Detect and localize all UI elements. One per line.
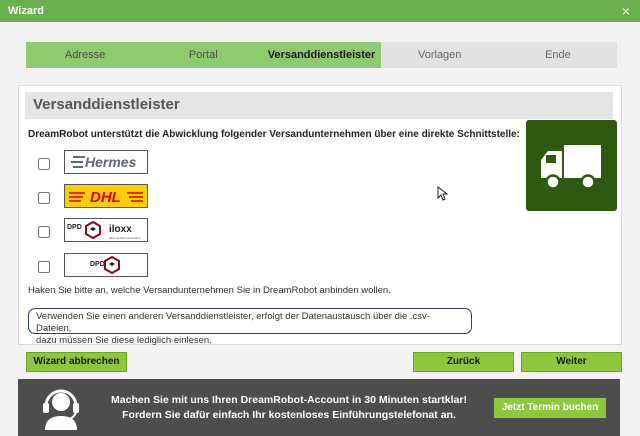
cancel-wizard-button[interactable]: Wizard abbrechen bbox=[26, 352, 127, 372]
checkbox-dpd-iloxx[interactable] bbox=[38, 226, 50, 238]
csv-note-line-2: dazu müssen Sie diese lediglich einlesen… bbox=[36, 335, 212, 346]
dpd-logo-text: DPD bbox=[67, 224, 82, 231]
banner-line-2: Fordern Sie dafür einfach Ihr kostenlose… bbox=[122, 409, 456, 421]
dpd-logo-text-2: DPD bbox=[90, 261, 105, 268]
next-button[interactable]: Weiter bbox=[521, 352, 622, 372]
iloxx-slogan-text: alles einfach versenden bbox=[109, 236, 141, 240]
step-portal: Portal bbox=[144, 42, 263, 68]
checkbox-hermes[interactable] bbox=[38, 158, 50, 170]
checkbox-dhl[interactable] bbox=[38, 192, 50, 204]
checkbox-dpd[interactable] bbox=[38, 261, 50, 273]
intro-text: DreamRobot unterstützt die Abwicklung fo… bbox=[28, 129, 520, 140]
close-icon[interactable]: × bbox=[618, 3, 634, 19]
step-versanddienstleister: Versanddienstleister bbox=[262, 42, 381, 68]
panel-title: Versanddienstleister bbox=[33, 96, 180, 113]
step-vorlagen: Vorlagen bbox=[380, 42, 499, 68]
book-appointment-button[interactable]: Jetzt Termin buchen bbox=[494, 398, 606, 418]
window-titlebar: Wizard × bbox=[0, 0, 640, 22]
carrier-panel: Versanddienstleister DreamRobot unterstü… bbox=[18, 85, 622, 346]
dhl-logo: DHL bbox=[64, 184, 148, 208]
iloxx-logo-text: iloxx bbox=[109, 224, 132, 235]
back-button[interactable]: Zurück bbox=[413, 352, 514, 372]
dhl-logo-text: DHL bbox=[90, 189, 121, 206]
hermes-logo-text: Hermes bbox=[85, 154, 137, 170]
mouse-cursor-icon bbox=[437, 186, 448, 201]
hermes-logo: Hermes bbox=[64, 150, 148, 174]
dpd-logo: DPD bbox=[64, 253, 148, 277]
support-headset-icon bbox=[43, 389, 79, 430]
wizard-steps: Adresse Portal Versanddienstleister Vorl… bbox=[26, 42, 618, 68]
banner-text: Machen Sie mit uns Ihren DreamRobot-Acco… bbox=[104, 393, 474, 423]
window-title: Wizard bbox=[8, 5, 44, 17]
step-ende: Ende bbox=[498, 42, 618, 68]
step-adresse: Adresse bbox=[26, 42, 145, 68]
onboarding-banner: Machen Sie mit uns Ihren DreamRobot-Acco… bbox=[18, 379, 620, 436]
hint-text: Haken Sie bitte an, welche Versanduntern… bbox=[28, 285, 391, 296]
csv-note-line-1: Verwenden Sie einen anderen Versanddiens… bbox=[36, 311, 430, 334]
dpd-iloxx-logo: DPD iloxx alles einfach versenden bbox=[64, 218, 148, 242]
panel-header: Versanddienstleister bbox=[25, 92, 613, 119]
banner-line-1: Machen Sie mit uns Ihren DreamRobot-Acco… bbox=[111, 394, 467, 406]
truck-icon bbox=[526, 120, 617, 211]
csv-note: Verwenden Sie einen anderen Versanddiens… bbox=[28, 308, 472, 346]
